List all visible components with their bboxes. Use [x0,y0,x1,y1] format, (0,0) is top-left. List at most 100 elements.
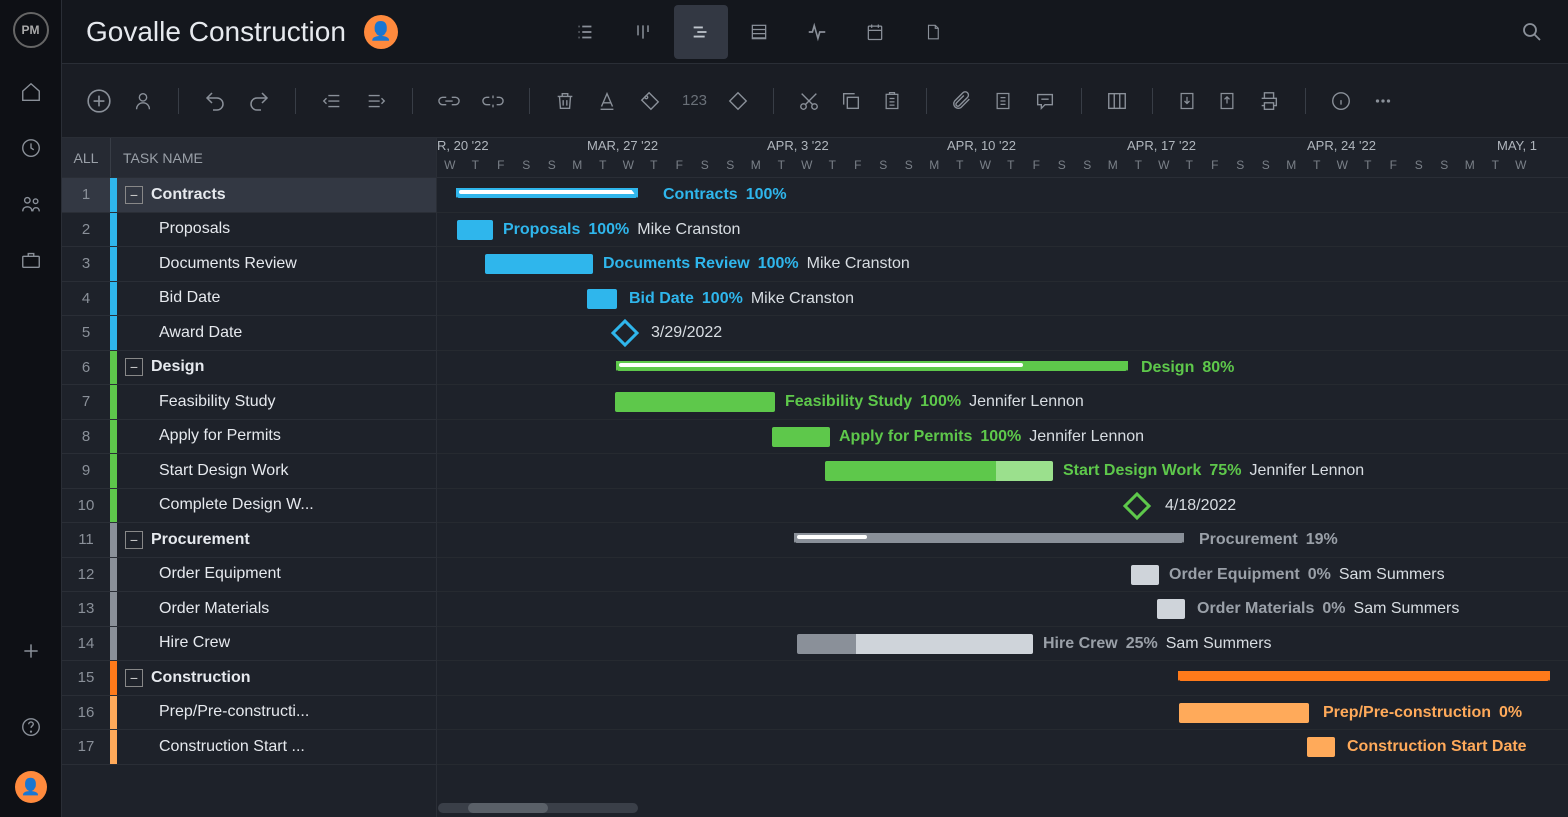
gantt-row[interactable]: Construction Start Date [437,730,1568,765]
activity-view-icon[interactable] [790,5,844,59]
task-row[interactable]: 2Proposals [62,213,436,248]
gantt-row[interactable]: Procurement19% [437,523,1568,558]
gantt-bar[interactable] [485,254,593,274]
clock-icon[interactable] [19,136,43,160]
gantt-row[interactable]: Feasibility Study100%Jennifer Lennon [437,385,1568,420]
add-circle-icon[interactable] [86,88,112,114]
calendar-view-icon[interactable] [848,5,902,59]
board-view-icon[interactable] [616,5,670,59]
team-icon[interactable] [19,192,43,216]
columns-icon[interactable] [1106,90,1128,112]
gantt-bar[interactable] [1307,737,1335,757]
task-row[interactable]: 10Complete Design W... [62,489,436,524]
sheet-view-icon[interactable] [732,5,786,59]
gantt-bar[interactable] [457,188,637,198]
grid-header-taskname[interactable]: TASK NAME [111,150,203,166]
tag-icon[interactable] [638,90,662,112]
file-view-icon[interactable] [906,5,960,59]
collapse-icon[interactable]: − [125,186,143,204]
collapse-icon[interactable]: − [125,669,143,687]
task-row[interactable]: 6−Design [62,351,436,386]
gantt-row[interactable]: Prep/Pre-construction0% [437,696,1568,731]
comment-icon[interactable] [1033,90,1057,112]
task-row[interactable]: 12Order Equipment [62,558,436,593]
gantt-bar[interactable] [587,289,617,309]
task-row[interactable]: 4Bid Date [62,282,436,317]
help-icon[interactable] [19,715,43,739]
outdent-icon[interactable] [320,90,344,112]
paste-icon[interactable] [882,89,902,113]
gantt-row[interactable]: Bid Date100%Mike Cranston [437,282,1568,317]
gantt-row[interactable] [437,661,1568,696]
gantt-row[interactable]: Documents Review100%Mike Cranston [437,247,1568,282]
gantt-view-icon[interactable] [674,5,728,59]
gantt-bar[interactable] [825,461,1053,481]
task-row[interactable]: 9Start Design Work [62,454,436,489]
gantt-row[interactable]: Proposals100%Mike Cranston [437,213,1568,248]
horizontal-scrollbar[interactable] [438,803,638,813]
task-row[interactable]: 15−Construction [62,661,436,696]
diamond-icon[interactable] [727,90,749,112]
search-icon[interactable] [1520,20,1544,44]
gantt-bar[interactable] [795,533,1183,543]
task-row[interactable]: 7Feasibility Study [62,385,436,420]
info-icon[interactable] [1330,90,1352,112]
task-row[interactable]: 3Documents Review [62,247,436,282]
user-avatar-small[interactable]: 👤 [15,771,47,803]
app-logo[interactable]: PM [13,12,49,48]
gantt-row[interactable]: Order Equipment0%Sam Summers [437,558,1568,593]
grid-header-all[interactable]: ALL [62,150,110,166]
gantt-bar[interactable] [1157,599,1185,619]
gantt-bar[interactable] [615,392,775,412]
task-row[interactable]: 5Award Date [62,316,436,351]
gantt-bar[interactable] [797,634,1033,654]
task-row[interactable]: 8Apply for Permits [62,420,436,455]
text-style-icon[interactable] [596,89,618,113]
task-row[interactable]: 16Prep/Pre-constructi... [62,696,436,731]
gantt-row[interactable]: Hire Crew25%Sam Summers [437,627,1568,662]
redo-icon[interactable] [247,89,271,113]
plus-icon[interactable] [19,639,43,663]
gantt-row[interactable]: Contracts100% [437,178,1568,213]
task-row[interactable]: 1−Contracts [62,178,436,213]
project-owner-avatar[interactable]: 👤 [364,15,398,49]
milestone-icon[interactable] [1123,491,1151,519]
gantt-row[interactable]: 4/18/2022 [437,489,1568,524]
undo-icon[interactable] [203,89,227,113]
cut-icon[interactable] [798,90,820,112]
gantt-bar[interactable] [457,220,493,240]
more-icon[interactable] [1372,90,1394,112]
import-icon[interactable] [1177,90,1197,112]
link-icon[interactable] [437,90,461,112]
briefcase-icon[interactable] [19,248,43,272]
gantt-bar[interactable] [1179,671,1549,681]
attachment-icon[interactable] [951,89,973,113]
print-icon[interactable] [1257,90,1281,112]
collapse-icon[interactable]: − [125,358,143,376]
indent-icon[interactable] [364,90,388,112]
unlink-icon[interactable] [481,90,505,112]
task-row[interactable]: 17Construction Start ... [62,730,436,765]
gantt-bar[interactable] [617,361,1127,371]
gantt-bar[interactable] [772,427,830,447]
task-row[interactable]: 14Hire Crew [62,627,436,662]
trash-icon[interactable] [554,89,576,113]
gantt-bar[interactable] [1131,565,1159,585]
gantt-chart[interactable]: R, 20 '22MAR, 27 '22APR, 3 '22APR, 10 '2… [437,138,1568,817]
list-view-icon[interactable] [558,5,612,59]
gantt-row[interactable]: 3/29/2022 [437,316,1568,351]
copy-icon[interactable] [840,90,862,112]
collapse-icon[interactable]: − [125,531,143,549]
gantt-row[interactable]: Start Design Work75%Jennifer Lennon [437,454,1568,489]
export-icon[interactable] [1217,90,1237,112]
task-row[interactable]: 13Order Materials [62,592,436,627]
milestone-icon[interactable] [611,319,639,347]
task-row[interactable]: 11−Procurement [62,523,436,558]
gantt-row[interactable]: Apply for Permits100%Jennifer Lennon [437,420,1568,455]
assign-icon[interactable] [132,90,154,112]
notes-icon[interactable] [993,89,1013,113]
gantt-bar[interactable] [1179,703,1309,723]
gantt-row[interactable]: Design80% [437,351,1568,386]
home-icon[interactable] [19,80,43,104]
gantt-row[interactable]: Order Materials0%Sam Summers [437,592,1568,627]
